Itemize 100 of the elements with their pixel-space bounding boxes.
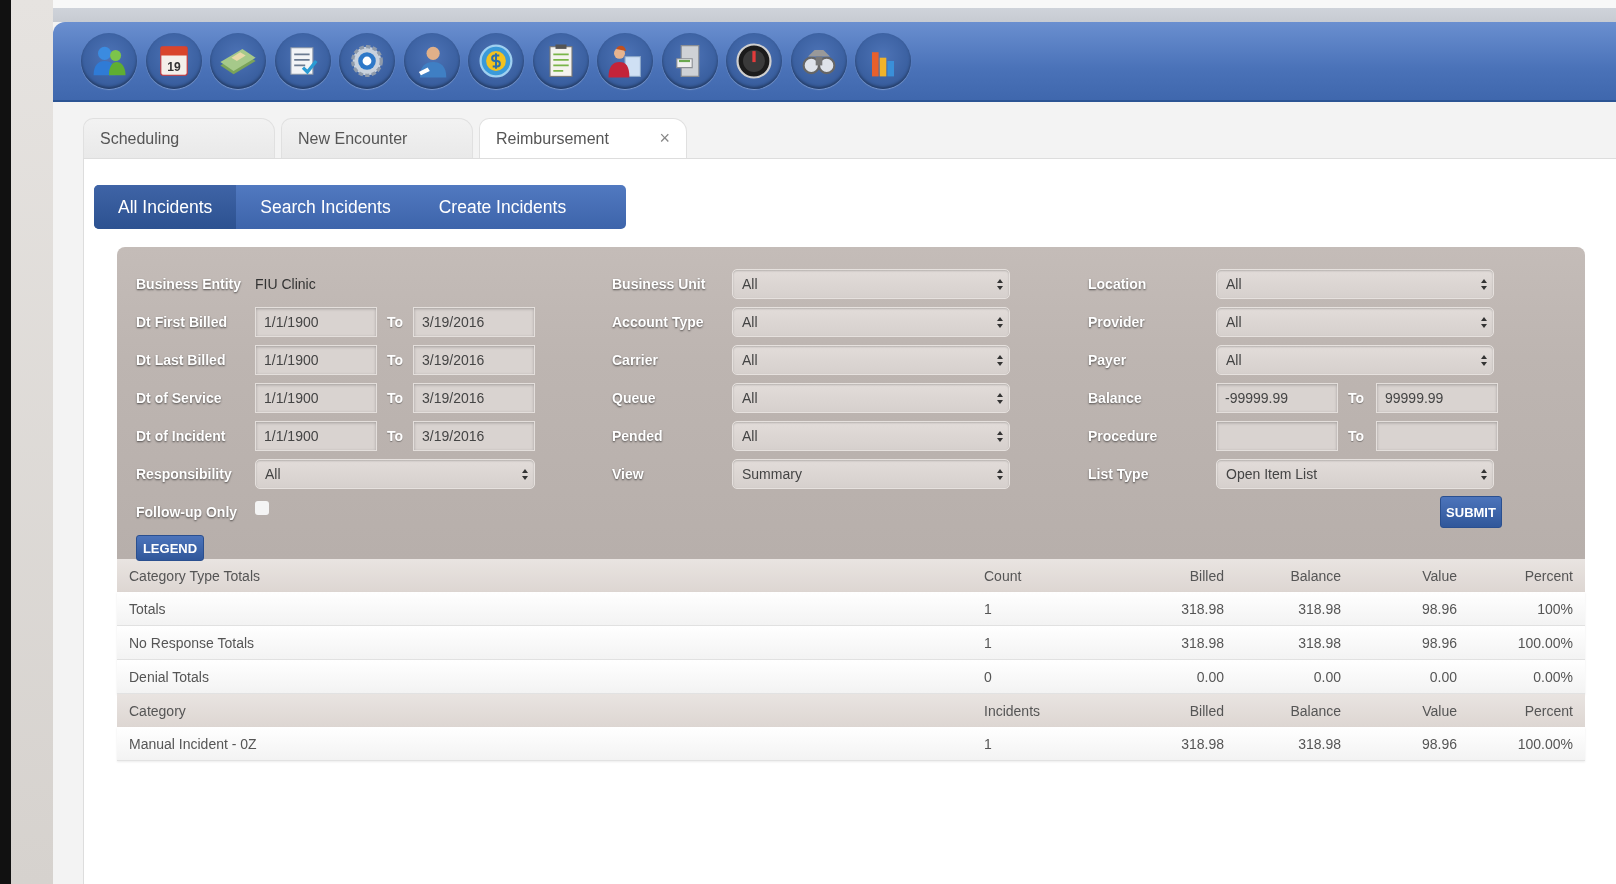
up-down-arrows-icon: [997, 430, 1003, 442]
up-down-arrows-icon: [997, 354, 1003, 366]
to-label: To: [386, 428, 405, 444]
person-document-icon[interactable]: [597, 33, 653, 89]
money-stack-icon[interactable]: [210, 33, 266, 89]
sub-tab[interactable]: Create Incidents: [414, 185, 591, 229]
column-header: Billed: [1188, 702, 1224, 719]
column-header: Value: [1421, 567, 1457, 584]
column-header: Category: [129, 702, 187, 719]
field-label: Dt of Incident: [136, 428, 227, 444]
people-icon[interactable]: [81, 33, 137, 89]
column-header: Balance: [1289, 567, 1341, 584]
dollar-coin-icon[interactable]: [468, 33, 524, 89]
from-field[interactable]: [1216, 421, 1338, 451]
column-header: Percent: [1523, 702, 1573, 719]
select-field[interactable]: Open Item List: [1216, 459, 1494, 489]
select-field[interactable]: All: [1216, 307, 1494, 337]
to-field[interactable]: [1376, 421, 1498, 451]
table-cell-text: 0.00%: [1532, 668, 1573, 685]
table-cell-text: 0.00: [1195, 668, 1224, 685]
table-cell-text: 1: [984, 600, 993, 617]
checkbox[interactable]: [255, 501, 269, 515]
select-field[interactable]: All: [1216, 269, 1494, 299]
column-header: Value: [1421, 702, 1457, 719]
select-field[interactable]: Summary: [732, 459, 1010, 489]
select-field[interactable]: All: [732, 383, 1010, 413]
select-field[interactable]: All: [255, 459, 535, 489]
field-label: Payer: [1088, 352, 1128, 368]
table-cell-text: 318.98: [1180, 600, 1224, 617]
gauge-icon[interactable]: [726, 33, 782, 89]
up-down-arrows-icon: [1481, 354, 1487, 366]
table-cell-text: 1: [984, 735, 993, 752]
table-cell-text: 0.00: [1428, 668, 1457, 685]
up-down-arrows-icon: [997, 392, 1003, 404]
select-field[interactable]: All: [732, 269, 1010, 299]
to-field[interactable]: 99999.99: [1376, 383, 1498, 413]
table-cell-text: 318.98: [1297, 735, 1341, 752]
tab[interactable]: New Encounter: [281, 118, 473, 158]
table-cell-text: 318.98: [1180, 634, 1224, 651]
table-cell-text: 100.00%: [1516, 634, 1573, 651]
submit-button[interactable]: SUBMIT: [1440, 496, 1502, 528]
table-cell-text: No Response Totals: [129, 634, 256, 651]
table-cell-text: Totals: [129, 600, 167, 617]
to-field[interactable]: 3/19/2016: [413, 307, 535, 337]
table-cell-text: 318.98: [1180, 735, 1224, 752]
table-cell-text: 318.98: [1297, 600, 1341, 617]
table-cell-text: 98.96: [1420, 735, 1457, 752]
table-cell-text: 1: [984, 634, 993, 651]
field-label: Provider: [1088, 314, 1146, 330]
column-header: Billed: [1188, 567, 1224, 584]
tab[interactable]: Reimbursement ×: [479, 118, 687, 158]
to-label: To: [1347, 390, 1366, 406]
to-field[interactable]: 3/19/2016: [413, 383, 535, 413]
sub-tab[interactable]: Search Incidents: [236, 185, 415, 229]
field-label: View: [612, 466, 645, 482]
to-label: To: [1347, 428, 1366, 444]
tab[interactable]: Scheduling: [83, 118, 275, 158]
calendar-icon[interactable]: 19: [145, 33, 202, 89]
table-cell-text: 100.00%: [1516, 735, 1573, 752]
field-label: Balance: [1088, 390, 1143, 406]
up-down-arrows-icon: [1481, 468, 1487, 480]
select-field[interactable]: All: [1216, 345, 1494, 375]
to-label: To: [386, 314, 405, 330]
from-field[interactable]: 1/1/1900: [255, 307, 377, 337]
from-field[interactable]: 1/1/1900: [255, 345, 377, 375]
from-field[interactable]: 1/1/1900: [255, 383, 377, 413]
column-header: Category Type Totals: [129, 567, 261, 584]
to-field[interactable]: 3/19/2016: [413, 421, 535, 451]
settings-icon[interactable]: [339, 33, 395, 89]
field-label: Dt Last Billed: [136, 352, 227, 368]
table-cell-text: 0.00: [1312, 668, 1341, 685]
up-down-arrows-icon: [997, 316, 1003, 328]
table-cell-text: 0: [984, 668, 993, 685]
select-field[interactable]: All: [732, 345, 1010, 375]
from-field[interactable]: -99999.99: [1216, 383, 1338, 413]
up-down-arrows-icon: [1481, 316, 1487, 328]
sub-tab[interactable]: All Incidents: [94, 185, 237, 229]
table-cell-text: 98.96: [1420, 600, 1457, 617]
up-down-arrows-icon: [1481, 278, 1487, 290]
field-label: Business Unit: [612, 276, 707, 292]
field-value: FIU Clinic: [255, 276, 316, 292]
from-field[interactable]: 1/1/1900: [255, 421, 377, 451]
close-tab-icon[interactable]: ×: [659, 128, 670, 149]
bar-chart-icon[interactable]: [855, 33, 911, 89]
field-label: Account Type: [612, 314, 705, 330]
up-down-arrows-icon: [997, 468, 1003, 480]
column-header: Incidents: [984, 702, 1042, 719]
to-label: To: [386, 352, 405, 368]
to-field[interactable]: 3/19/2016: [413, 345, 535, 375]
table-cell-text: 100%: [1536, 600, 1573, 617]
column-header: Percent: [1523, 567, 1573, 584]
up-down-arrows-icon: [997, 278, 1003, 290]
field-label: Business Entity: [136, 276, 243, 292]
field-label: Follow-up Only: [136, 504, 239, 520]
select-field[interactable]: All: [732, 307, 1010, 337]
field-label: Dt of Service: [136, 390, 223, 406]
select-field[interactable]: All: [732, 421, 1010, 451]
table-cell-text: 318.98: [1297, 634, 1341, 651]
table-cell-text: Manual Incident - 0Z: [129, 735, 258, 752]
legend-button[interactable]: LEGEND: [136, 535, 204, 561]
